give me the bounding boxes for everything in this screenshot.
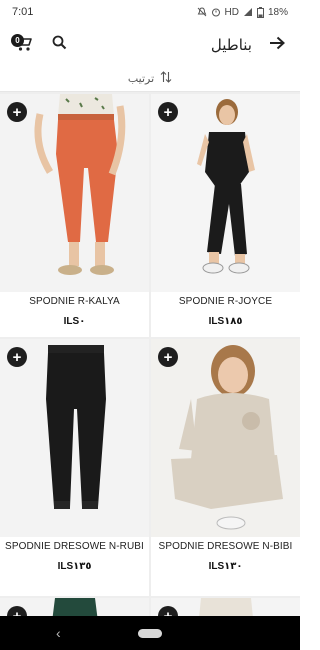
back-button[interactable] [264, 32, 290, 58]
product-card[interactable]: + SPODNIE DRESOWE N-RUBI ILS١٣٥ [0, 339, 149, 596]
product-card[interactable]: + [151, 598, 300, 616]
product-image[interactable] [151, 94, 300, 292]
mute-icon [197, 7, 207, 17]
product-price: ILS١٣٥ [57, 561, 92, 572]
cart-button[interactable]: 0 [10, 32, 36, 58]
plus-icon: + [163, 103, 173, 121]
add-to-cart-button[interactable]: + [7, 347, 27, 367]
battery-icon [256, 6, 264, 18]
network-type-label: HD [224, 6, 239, 18]
product-price: ILS٠ [63, 316, 86, 327]
status-icons: HD 18% [197, 6, 288, 18]
product-price: ILS١٣٠ [208, 561, 243, 572]
sort-label: ترتيب [127, 73, 155, 85]
product-name: SPODNIE R-JOYCE [178, 296, 273, 307]
plus-icon: + [12, 348, 22, 366]
product-name: SPODNIE R-KALYA [29, 296, 120, 307]
plus-icon: + [12, 607, 22, 617]
product-price: ILS١٨٥ [208, 316, 243, 327]
battery-level: 18% [267, 6, 288, 18]
add-to-cart-button[interactable]: + [158, 347, 178, 367]
add-to-cart-button[interactable]: + [7, 102, 27, 122]
product-image[interactable] [0, 94, 149, 292]
product-image[interactable] [0, 339, 149, 537]
nav-back-icon[interactable]: ‹ [56, 625, 61, 641]
product-card[interactable]: + SPODNIE R-KALYA ILS٠ [0, 94, 149, 337]
cart-count-badge: 0 [11, 34, 24, 47]
product-card[interactable]: + SPODNIE R-JOYCE ILS١٨٥ [151, 94, 300, 337]
product-name: SPODNIE DRESOWE N-BIBI [158, 541, 293, 552]
product-card[interactable]: + SPODNIE DRESOWE N-BIBI ILS١٣٠ [151, 339, 300, 596]
product-card[interactable]: + [0, 598, 149, 616]
signal-icon [243, 7, 253, 17]
plus-icon: + [12, 103, 22, 121]
page-title: بناطيل [210, 37, 252, 54]
search-icon [52, 35, 67, 55]
plus-icon: + [163, 607, 173, 617]
sort-icon [160, 71, 172, 86]
product-grid: + SPODNIE R-KALYA ILS٠ + SPODNIE R-JOYCE… [0, 92, 300, 616]
product-name: SPODNIE DRESOWE N-RUBI [5, 541, 144, 552]
status-time: 7:01 [12, 6, 34, 18]
sort-button[interactable]: ترتيب [0, 66, 300, 92]
product-image[interactable] [151, 339, 300, 537]
system-nav-bar: ‹ [0, 616, 300, 650]
status-bar: 7:01 HD 18% [0, 0, 300, 24]
plus-icon: + [163, 348, 173, 366]
add-to-cart-button[interactable]: + [158, 102, 178, 122]
arrow-right-icon [269, 36, 285, 55]
alarm-icon [211, 7, 221, 17]
search-button[interactable] [46, 32, 72, 58]
app-bar: 0 بناطيل [0, 24, 300, 66]
nav-home-pill[interactable] [138, 629, 162, 638]
